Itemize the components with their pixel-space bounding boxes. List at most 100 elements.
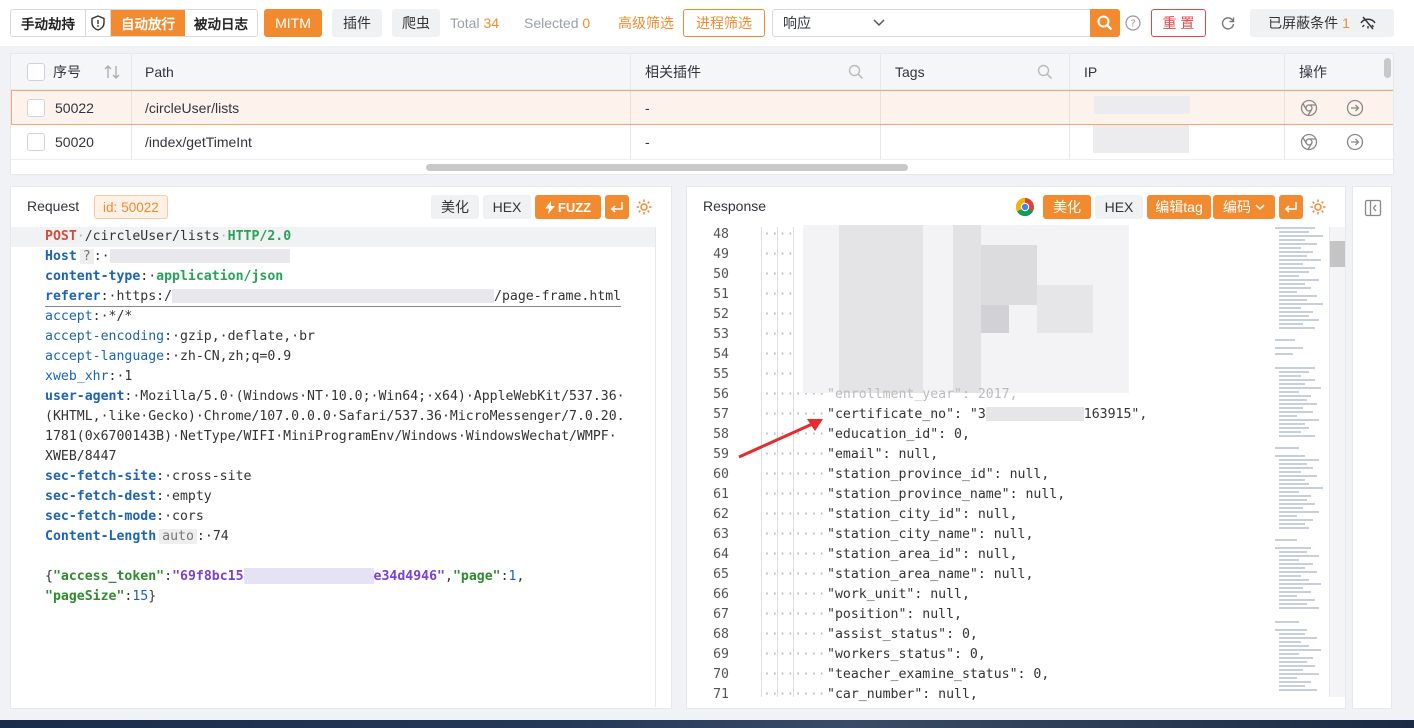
plugins-button[interactable]: 插件 xyxy=(332,9,382,37)
row-checkbox[interactable] xyxy=(27,98,45,117)
selected-value: 0 xyxy=(582,15,591,31)
column-tags-label: Tags xyxy=(895,63,925,80)
hex-button[interactable]: HEX xyxy=(483,195,531,219)
request-id-value: 50022 xyxy=(121,199,159,215)
chevron-down-icon xyxy=(873,19,885,27)
response-header: Response 美化 HEX 编辑tag 编码 xyxy=(687,187,1345,227)
horizontal-scrollbar[interactable] xyxy=(426,164,908,171)
total-count: Total 34 xyxy=(450,9,506,37)
column-actions: 操作 xyxy=(1299,63,1327,80)
hex-button[interactable]: HEX xyxy=(1095,195,1143,219)
request-header: Request id: 50022 美化 HEX FUZZ xyxy=(11,187,671,227)
row-checkbox[interactable] xyxy=(27,133,45,151)
column-plugins[interactable]: 相关插件 xyxy=(635,54,880,89)
request-id-badge: id: 50022 xyxy=(94,195,168,219)
arrow-right-circle-icon[interactable] xyxy=(1346,133,1364,151)
row-tags xyxy=(885,125,1069,159)
gear-icon[interactable] xyxy=(1307,195,1329,219)
row-tags xyxy=(885,91,1069,124)
fuzz-button[interactable]: FUZZ xyxy=(535,195,601,219)
blocked-label: 已屏蔽条件 xyxy=(1268,15,1339,31)
chrome-icon[interactable] xyxy=(1300,133,1318,151)
request-title: Request xyxy=(27,198,80,214)
beautify-button[interactable]: 美化 xyxy=(1043,195,1091,219)
redacted-ip xyxy=(1094,96,1190,114)
search-icon[interactable] xyxy=(1037,64,1053,80)
total-label: Total xyxy=(450,15,480,31)
row-path: /circleUser/lists xyxy=(145,99,240,116)
edit-tag-button[interactable]: 编辑tag xyxy=(1147,195,1211,219)
mode-passive-button[interactable]: 被动日志 xyxy=(185,10,257,36)
taskbar-strip xyxy=(0,720,1414,728)
enter-icon xyxy=(610,202,623,213)
mode-manual-button[interactable]: 手动劫持 xyxy=(11,10,85,36)
select-all-checkbox[interactable] xyxy=(27,62,45,81)
search-scope-select[interactable]: 响应 xyxy=(772,9,896,37)
shield-icon[interactable] xyxy=(85,10,111,36)
gear-icon[interactable] xyxy=(633,195,655,219)
column-plugins-label: 相关插件 xyxy=(645,63,701,80)
search-button[interactable] xyxy=(1090,9,1120,37)
selected-label: Selected xyxy=(524,15,579,31)
sort-icon[interactable] xyxy=(103,64,121,80)
column-tags[interactable]: Tags xyxy=(885,54,1069,89)
row-plugin: - xyxy=(645,99,650,116)
row-id: 50022 xyxy=(55,99,94,116)
crawler-button[interactable]: 爬虫 xyxy=(392,9,440,37)
request-id-label: id: xyxy=(103,199,118,215)
mitm-button[interactable]: MITM xyxy=(264,9,322,37)
row-plugin: - xyxy=(645,134,650,150)
svg-text:?: ? xyxy=(1130,19,1135,30)
table-row[interactable]: 50022 /circleUser/lists - xyxy=(11,90,1393,125)
search-icon xyxy=(1097,15,1113,31)
search-icon[interactable] xyxy=(848,64,864,80)
enter-icon xyxy=(1284,202,1297,213)
redacted-ip xyxy=(1093,125,1189,153)
beautify-button[interactable]: 美化 xyxy=(431,195,479,219)
table-header: 序号 Path 相关插件 Tags IP 操作 xyxy=(11,54,1393,90)
top-toolbar: 手动劫持 自动放行 被动日志 MITM 插件 爬虫 Total 34 Selec… xyxy=(0,0,1414,46)
refresh-icon[interactable] xyxy=(1218,9,1238,37)
process-filter-button[interactable]: 进程筛选 xyxy=(683,9,765,37)
send-button[interactable] xyxy=(1279,195,1303,219)
response-title: Response xyxy=(703,198,767,214)
editor-scrollbar[interactable] xyxy=(1329,227,1345,697)
chrome-icon[interactable] xyxy=(1300,99,1318,117)
column-path[interactable]: Path xyxy=(135,54,625,89)
row-id: 50020 xyxy=(55,134,94,150)
sidebar-toggle-icon[interactable] xyxy=(1364,199,1382,220)
lightning-icon xyxy=(544,200,555,214)
blocked-conditions-button[interactable]: 已屏蔽条件 1 xyxy=(1250,9,1394,37)
total-value: 34 xyxy=(483,15,500,31)
help-icon[interactable]: ? xyxy=(1124,9,1142,37)
arrow-right-circle-icon[interactable] xyxy=(1346,99,1364,117)
chrome-icon[interactable] xyxy=(1015,197,1035,220)
advanced-filter-link[interactable]: 高级筛选 xyxy=(614,9,678,37)
column-id[interactable]: 序号 xyxy=(11,54,131,89)
row-path: /index/getTimeInt xyxy=(145,134,252,150)
request-panel: Request id: 50022 美化 HEX FUZZ POST·/circ… xyxy=(10,186,672,709)
column-id-label: 序号 xyxy=(53,63,81,80)
encoding-label: 编码 xyxy=(1223,199,1251,215)
redacted-block xyxy=(803,225,1129,393)
reset-button[interactable]: 重 置 xyxy=(1151,9,1206,37)
response-panel: Response 美化 HEX 编辑tag 编码 48 49 50 51 52 … xyxy=(686,186,1346,709)
column-ip[interactable]: IP xyxy=(1074,54,1284,89)
chevron-down-icon xyxy=(1255,203,1265,210)
history-table: 序号 Path 相关插件 Tags IP 操作 50022 /circleUse… xyxy=(10,53,1394,175)
encoding-select[interactable]: 编码 xyxy=(1213,195,1275,219)
side-panel-toggle xyxy=(1352,186,1392,709)
minimap[interactable] xyxy=(1275,227,1331,697)
vertical-scrollbar[interactable] xyxy=(1384,58,1391,78)
annotation-arrow xyxy=(738,419,823,459)
send-button[interactable] xyxy=(605,195,629,219)
eye-off-icon xyxy=(1360,16,1376,30)
mode-switch: 手动劫持 自动放行 被动日志 xyxy=(10,9,258,37)
blocked-count: 1 xyxy=(1342,15,1350,31)
search-input[interactable] xyxy=(895,9,1091,37)
fuzz-label: FUZZ xyxy=(557,199,592,215)
mode-auto-button[interactable]: 自动放行 xyxy=(111,10,185,36)
search-scope-value: 响应 xyxy=(783,15,811,31)
selected-count: Selected 0 xyxy=(524,9,600,37)
table-row[interactable]: 50020 /index/getTimeInt - xyxy=(11,125,1393,160)
